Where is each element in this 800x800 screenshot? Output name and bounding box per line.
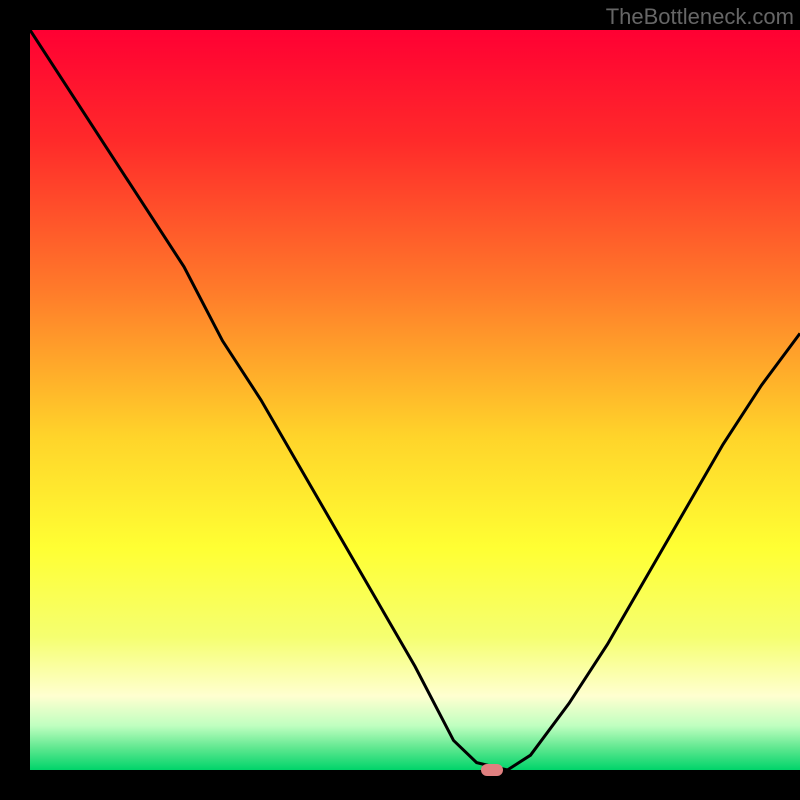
watermark-text: TheBottleneck.com bbox=[606, 4, 794, 30]
optimal-marker bbox=[481, 764, 503, 776]
bottleneck-curve bbox=[30, 0, 800, 770]
chart-area: TheBottleneck.com bbox=[30, 0, 800, 770]
